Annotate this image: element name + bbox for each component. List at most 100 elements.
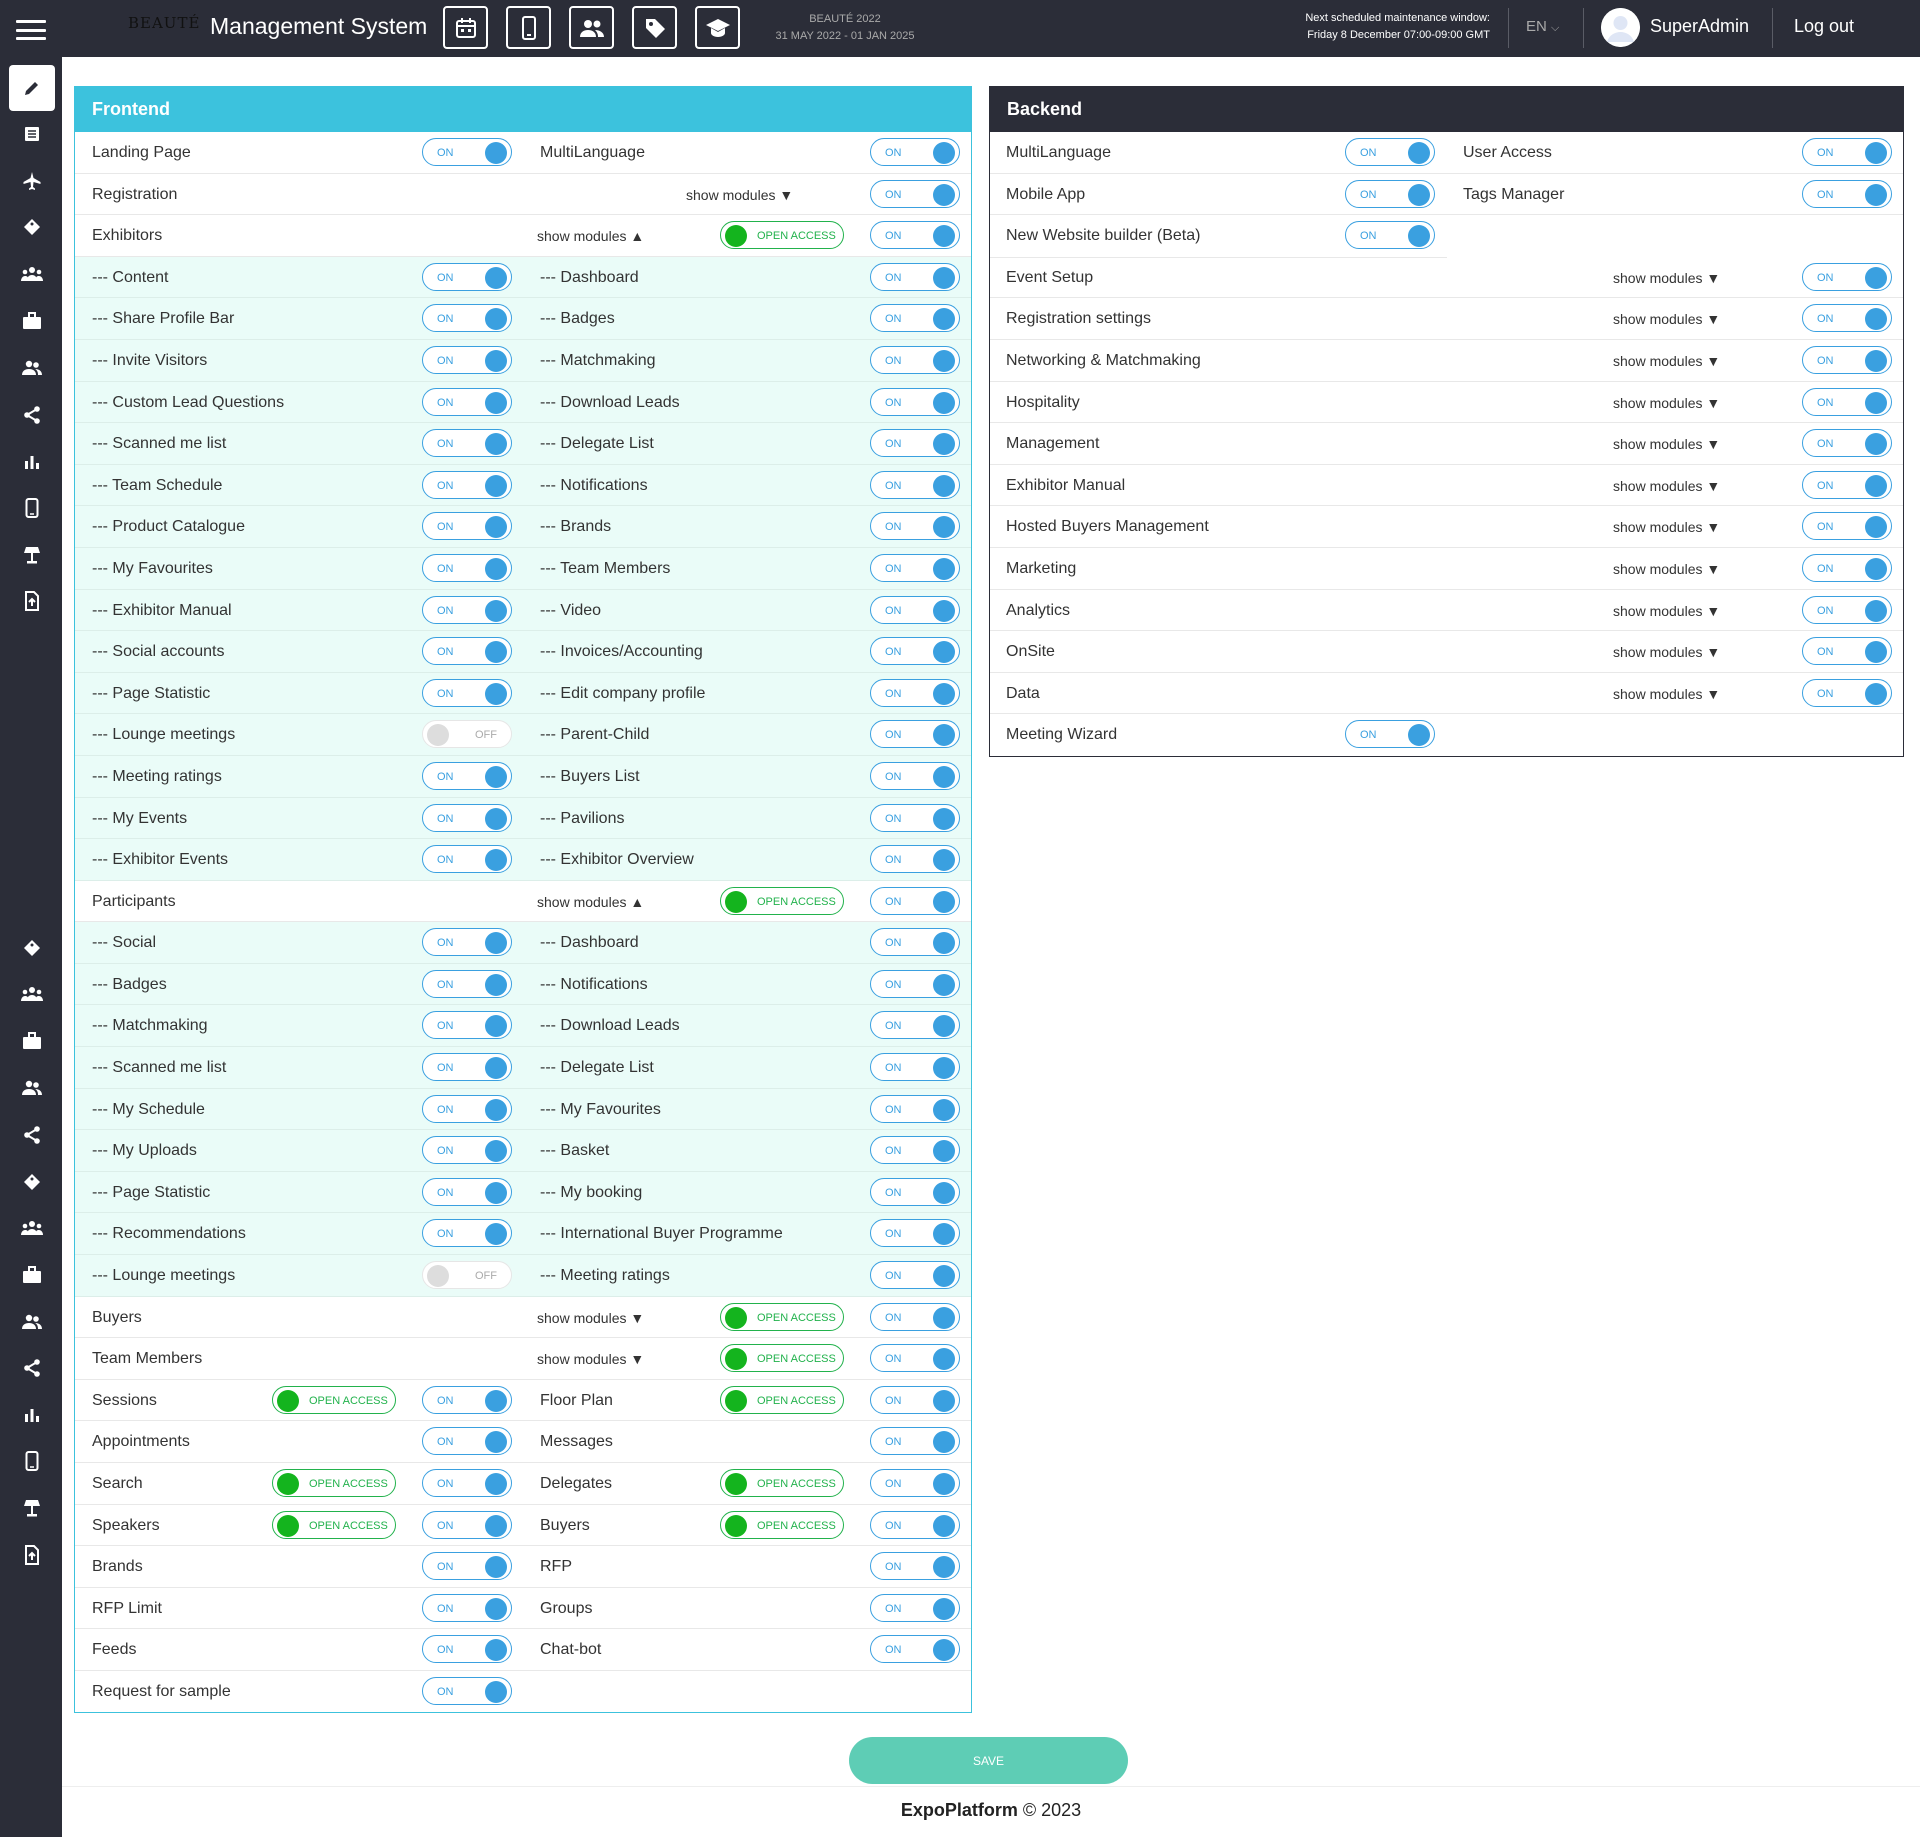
toggle-switch[interactable]: ON bbox=[870, 345, 960, 374]
toggle-switch[interactable]: ON bbox=[1802, 637, 1892, 666]
open-access-toggle[interactable]: OPEN ACCESS bbox=[720, 221, 844, 250]
toggle-switch[interactable]: ON bbox=[870, 720, 960, 749]
toggle-switch[interactable]: ON bbox=[870, 1011, 960, 1040]
toggle-switch[interactable]: ON bbox=[870, 1593, 960, 1622]
toggle-switch[interactable]: ON bbox=[870, 1302, 960, 1331]
tag-icon[interactable] bbox=[9, 925, 55, 971]
upload-file-icon[interactable] bbox=[9, 578, 55, 624]
toggle-switch[interactable]: ON bbox=[422, 1219, 512, 1248]
toggle-switch[interactable]: ON bbox=[870, 1094, 960, 1123]
toggle-switch[interactable]: ON bbox=[422, 678, 512, 707]
bar-chart-icon[interactable] bbox=[9, 439, 55, 485]
toggle-switch[interactable]: ON bbox=[870, 1177, 960, 1206]
toggle-switch[interactable]: ON bbox=[870, 595, 960, 624]
open-access-toggle[interactable]: OPEN ACCESS bbox=[720, 886, 844, 915]
open-access-toggle[interactable]: OPEN ACCESS bbox=[272, 1385, 396, 1414]
toggle-switch[interactable]: ON bbox=[870, 221, 960, 250]
users-icon[interactable] bbox=[9, 345, 55, 391]
toggle-switch[interactable]: ON bbox=[1802, 553, 1892, 582]
briefcase-icon[interactable] bbox=[9, 1252, 55, 1298]
toggle-switch[interactable]: OFF bbox=[422, 720, 512, 749]
graduation-cap-icon[interactable] bbox=[695, 6, 740, 49]
toggle-switch[interactable]: ON bbox=[870, 928, 960, 957]
users-icon[interactable] bbox=[9, 1065, 55, 1111]
toggle-switch[interactable]: ON bbox=[422, 1469, 512, 1497]
pencil-icon[interactable] bbox=[9, 65, 55, 111]
toggle-switch[interactable]: ON bbox=[1345, 720, 1435, 749]
toggle-switch[interactable]: ON bbox=[422, 595, 512, 624]
toggle-switch[interactable]: ON bbox=[1802, 304, 1892, 333]
bar-chart-icon[interactable] bbox=[9, 1392, 55, 1438]
toggle-switch[interactable]: ON bbox=[422, 512, 512, 541]
toggle-switch[interactable]: ON bbox=[1802, 512, 1892, 541]
toggle-switch[interactable]: ON bbox=[422, 1510, 512, 1539]
toggle-switch[interactable]: ON bbox=[870, 761, 960, 790]
toggle-switch[interactable]: ON bbox=[870, 1552, 960, 1581]
toggle-switch[interactable]: ON bbox=[870, 179, 960, 208]
toggle-switch[interactable]: ON bbox=[422, 138, 512, 166]
toggle-switch[interactable]: ON bbox=[422, 304, 512, 333]
toggle-switch[interactable]: ON bbox=[1802, 138, 1892, 166]
toggle-switch[interactable]: ON bbox=[422, 637, 512, 666]
show-modules-link[interactable]: show modules ▼ bbox=[686, 187, 793, 203]
toggle-switch[interactable]: ON bbox=[422, 928, 512, 957]
toggle-switch[interactable]: ON bbox=[870, 1635, 960, 1664]
show-modules-link[interactable]: show modules ▼ bbox=[1613, 353, 1720, 369]
toggle-switch[interactable]: ON bbox=[1802, 345, 1892, 374]
avatar[interactable] bbox=[1601, 8, 1640, 47]
toggle-switch[interactable]: ON bbox=[422, 1593, 512, 1622]
toggle-switch[interactable]: ON bbox=[870, 429, 960, 458]
toggle-switch[interactable]: ON bbox=[422, 1011, 512, 1040]
toggle-switch[interactable]: ON bbox=[422, 1385, 512, 1414]
toggle-switch[interactable]: ON bbox=[870, 1219, 960, 1248]
show-modules-link[interactable]: show modules ▼ bbox=[1613, 478, 1720, 494]
group-icon[interactable] bbox=[9, 971, 55, 1017]
share-icon[interactable] bbox=[9, 1345, 55, 1391]
show-modules-link[interactable]: show modules ▼ bbox=[537, 1351, 644, 1367]
toggle-switch[interactable]: ON bbox=[422, 1427, 512, 1456]
toggle-switch[interactable]: ON bbox=[422, 387, 512, 416]
show-modules-link[interactable]: show modules ▼ bbox=[1613, 311, 1720, 327]
share-icon[interactable] bbox=[9, 1112, 55, 1158]
toggle-switch[interactable]: ON bbox=[870, 387, 960, 416]
toggle-switch[interactable]: ON bbox=[1802, 678, 1892, 707]
toggle-switch[interactable]: ON bbox=[870, 1344, 960, 1373]
show-modules-link[interactable]: show modules ▲ bbox=[537, 894, 644, 910]
mobile-icon[interactable] bbox=[9, 1438, 55, 1484]
toggle-switch[interactable]: ON bbox=[422, 1676, 512, 1705]
open-access-toggle[interactable]: OPEN ACCESS bbox=[720, 1469, 844, 1497]
share-icon[interactable] bbox=[9, 392, 55, 438]
toggle-switch[interactable]: ON bbox=[422, 345, 512, 374]
toggle-switch[interactable]: ON bbox=[870, 470, 960, 499]
toggle-switch[interactable]: ON bbox=[870, 262, 960, 291]
toggle-switch[interactable]: ON bbox=[1802, 595, 1892, 624]
menu-icon[interactable] bbox=[16, 20, 46, 40]
open-access-toggle[interactable]: OPEN ACCESS bbox=[720, 1385, 844, 1414]
toggle-switch[interactable]: ON bbox=[1802, 387, 1892, 416]
group-icon[interactable] bbox=[9, 1205, 55, 1251]
show-modules-link[interactable]: show modules ▲ bbox=[537, 228, 644, 244]
show-modules-link[interactable]: show modules ▼ bbox=[1613, 686, 1720, 702]
save-button[interactable]: SAVE bbox=[849, 1737, 1128, 1784]
toggle-switch[interactable]: ON bbox=[870, 1469, 960, 1497]
toggle-switch[interactable]: ON bbox=[422, 845, 512, 874]
group-icon[interactable] bbox=[9, 251, 55, 297]
toggle-switch[interactable]: ON bbox=[1345, 179, 1435, 208]
toggle-switch[interactable]: ON bbox=[1345, 221, 1435, 250]
open-access-toggle[interactable]: OPEN ACCESS bbox=[272, 1469, 396, 1497]
toggle-switch[interactable]: ON bbox=[422, 1177, 512, 1206]
toggle-switch[interactable]: ON bbox=[422, 1136, 512, 1165]
show-modules-link[interactable]: show modules ▼ bbox=[1613, 270, 1720, 286]
language-selector[interactable]: EN ⌵ bbox=[1526, 18, 1559, 35]
toggle-switch[interactable]: ON bbox=[422, 1552, 512, 1581]
mobile-icon[interactable] bbox=[506, 6, 551, 49]
toggle-switch[interactable]: ON bbox=[870, 1385, 960, 1414]
open-access-toggle[interactable]: OPEN ACCESS bbox=[720, 1344, 844, 1373]
toggle-switch[interactable]: ON bbox=[870, 1136, 960, 1165]
briefcase-icon[interactable] bbox=[9, 298, 55, 344]
toggle-switch[interactable]: ON bbox=[870, 553, 960, 582]
toggle-switch[interactable]: ON bbox=[422, 429, 512, 458]
toggle-switch[interactable]: ON bbox=[870, 803, 960, 832]
show-modules-link[interactable]: show modules ▼ bbox=[537, 1310, 644, 1326]
show-modules-link[interactable]: show modules ▼ bbox=[1613, 644, 1720, 660]
